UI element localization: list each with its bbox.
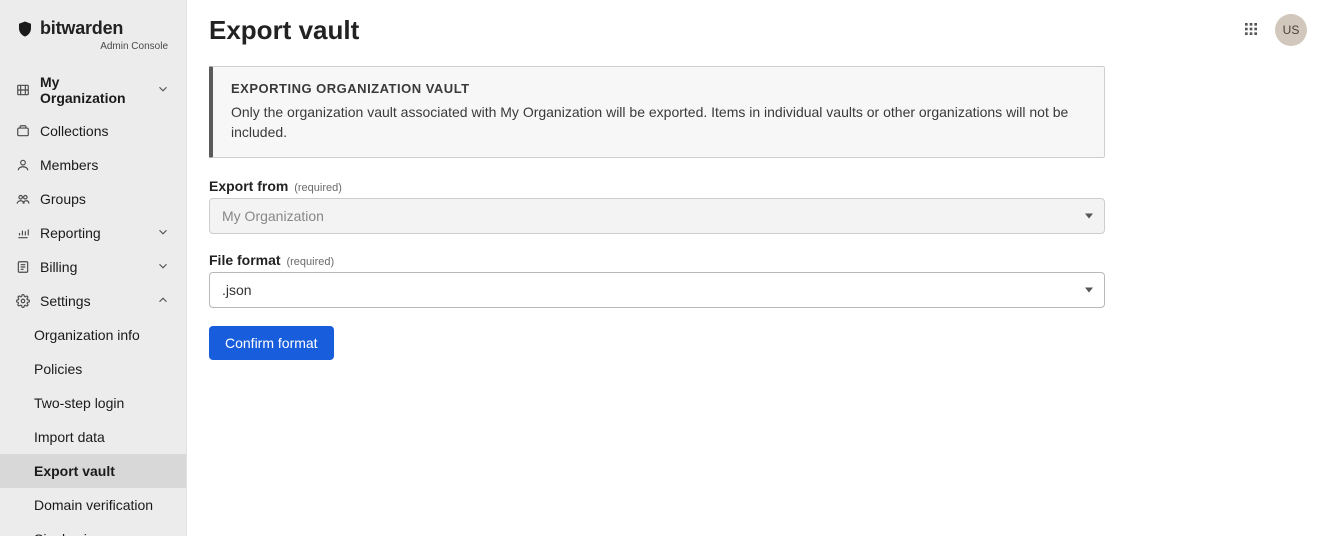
sidebar-item-members[interactable]: Members xyxy=(0,148,186,182)
sidebar: bitwarden Admin Console My Organization … xyxy=(0,0,187,536)
brand: bitwarden Admin Console xyxy=(0,0,186,60)
sidebar-item-label: Billing xyxy=(40,259,146,275)
sidebar-item-label: Collections xyxy=(40,123,170,139)
form-group-export-from: Export from (required) My Organization xyxy=(209,178,1105,234)
sidebar-sub-organization-info[interactable]: Organization info xyxy=(0,318,186,352)
sidebar-item-label: Reporting xyxy=(40,225,146,241)
sidebar-sub-label: Domain verification xyxy=(34,497,153,513)
export-from-label: Export from (required) xyxy=(209,178,1105,194)
sidebar-item-settings[interactable]: Settings xyxy=(0,284,186,318)
shield-icon xyxy=(16,20,34,38)
chevron-down-icon xyxy=(156,82,170,99)
brand-subtitle: Admin Console xyxy=(16,41,168,52)
chevron-down-icon xyxy=(156,225,170,242)
sidebar-sub-policies[interactable]: Policies xyxy=(0,352,186,386)
callout-title: EXPORTING ORGANIZATION VAULT xyxy=(231,81,1086,96)
members-icon xyxy=(16,158,30,172)
sidebar-item-groups[interactable]: Groups xyxy=(0,182,186,216)
groups-icon xyxy=(16,192,30,206)
confirm-format-button[interactable]: Confirm format xyxy=(209,326,334,360)
apps-grid-icon[interactable] xyxy=(1241,19,1261,42)
sidebar-sub-label: Export vault xyxy=(34,463,115,479)
sidebar-nav: My Organization Collections Members xyxy=(0,60,186,536)
sidebar-sub-export-vault[interactable]: Export vault xyxy=(0,454,186,488)
required-hint: (required) xyxy=(286,256,334,268)
sidebar-sub-label: Single sign-on xyxy=(34,531,123,536)
file-format-label: File format (required) xyxy=(209,252,1105,268)
sidebar-item-collections[interactable]: Collections xyxy=(0,114,186,148)
sidebar-sub-label: Organization info xyxy=(34,327,140,343)
sidebar-sub-label: Import data xyxy=(34,429,105,445)
org-icon xyxy=(16,83,30,97)
billing-icon xyxy=(16,260,30,274)
page-title: Export vault xyxy=(209,15,359,46)
callout-export-warning: EXPORTING ORGANIZATION VAULT Only the or… xyxy=(209,66,1105,158)
sidebar-item-label: Settings xyxy=(40,293,146,309)
chevron-up-icon xyxy=(156,293,170,310)
avatar[interactable]: US xyxy=(1275,14,1307,46)
sidebar-item-label: Members xyxy=(40,157,170,173)
sidebar-item-label: My Organization xyxy=(40,74,146,106)
content: EXPORTING ORGANIZATION VAULT Only the or… xyxy=(187,46,1127,380)
form-group-file-format: File format (required) .json xyxy=(209,252,1105,308)
main: Export vault US EXPORTING ORGANIZATION V… xyxy=(187,0,1329,536)
settings-icon xyxy=(16,294,30,308)
sidebar-sub-label: Two-step login xyxy=(34,395,124,411)
topbar: Export vault US xyxy=(187,0,1329,46)
sidebar-sub-label: Policies xyxy=(34,361,82,377)
sidebar-sub-import-data[interactable]: Import data xyxy=(0,420,186,454)
sidebar-item-label: Groups xyxy=(40,191,170,207)
label-text: Export from xyxy=(209,178,288,194)
export-from-select-wrapper: My Organization xyxy=(209,198,1105,234)
sidebar-sub-single-sign-on[interactable]: Single sign-on xyxy=(0,522,186,536)
required-hint: (required) xyxy=(294,182,342,194)
chevron-down-icon xyxy=(156,259,170,276)
sidebar-sub-domain-verification[interactable]: Domain verification xyxy=(0,488,186,522)
sidebar-item-reporting[interactable]: Reporting xyxy=(0,216,186,250)
topbar-actions: US xyxy=(1241,14,1307,46)
file-format-select-wrapper: .json xyxy=(209,272,1105,308)
sidebar-item-billing[interactable]: Billing xyxy=(0,250,186,284)
label-text: File format xyxy=(209,252,281,268)
file-format-select[interactable]: .json xyxy=(209,272,1105,308)
sidebar-sub-two-step-login[interactable]: Two-step login xyxy=(0,386,186,420)
reporting-icon xyxy=(16,226,30,240)
collections-icon xyxy=(16,124,30,138)
export-from-select[interactable]: My Organization xyxy=(209,198,1105,234)
brand-name: bitwarden xyxy=(40,18,123,39)
callout-body: Only the organization vault associated w… xyxy=(231,102,1086,143)
sidebar-item-my-organization[interactable]: My Organization xyxy=(0,66,186,114)
